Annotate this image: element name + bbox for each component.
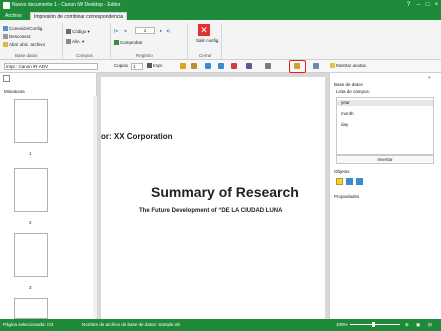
exit-settings-label[interactable]: Salir config. bbox=[196, 38, 220, 43]
fit-page-icon[interactable]: ▣ bbox=[416, 322, 420, 328]
folder-icon bbox=[3, 42, 8, 48]
code-dropdown[interactable]: Código ▾ bbox=[66, 29, 90, 35]
objects-title: Objetos bbox=[334, 169, 350, 174]
field-item-month[interactable]: month bbox=[341, 111, 354, 117]
thumbnail-label: 2 bbox=[29, 220, 32, 225]
close-pane-icon[interactable]: × bbox=[428, 75, 431, 81]
group-separator bbox=[62, 23, 63, 59]
thumbnail-pane: Miniaturas 1 2 3 bbox=[0, 73, 97, 319]
cut-icon[interactable] bbox=[265, 63, 271, 69]
printer-icon bbox=[147, 63, 152, 69]
mail-icon[interactable] bbox=[180, 63, 186, 69]
thumbnail-page-3[interactable] bbox=[14, 233, 48, 277]
close-icon[interactable]: × bbox=[432, 1, 441, 10]
refresh-icon[interactable] bbox=[231, 63, 237, 69]
fields-label: Lista de campos: bbox=[336, 89, 371, 94]
field-item-year[interactable]: year bbox=[337, 100, 433, 106]
ribbon: Conexión/Config. Desconect. Abrir ubic. … bbox=[0, 20, 441, 60]
prev-record-icon[interactable]: ◂ bbox=[124, 28, 126, 34]
group-separator bbox=[221, 23, 222, 59]
ribbon-tabs: Archivo Impresión de combinar correspond… bbox=[0, 11, 441, 20]
minimize-icon[interactable]: – bbox=[414, 1, 423, 10]
record-number-input[interactable]: 1 bbox=[135, 27, 155, 34]
tab-archivo[interactable]: Archivo bbox=[2, 12, 25, 20]
org-line: or: XX Corporation bbox=[101, 132, 173, 141]
settings-icon[interactable] bbox=[246, 63, 252, 69]
first-record-icon[interactable]: |◂ bbox=[114, 28, 117, 34]
status-bar: Página seleccionada: /33 Nombre de archi… bbox=[0, 319, 441, 331]
check-icon bbox=[114, 40, 119, 46]
zoom-slider-handle[interactable] bbox=[372, 322, 375, 327]
print-button[interactable]: Impr. bbox=[147, 63, 163, 69]
thumbnail-page-2[interactable] bbox=[14, 168, 48, 212]
title-bar: Nuevo documento 1 - Canon iW Desktop - E… bbox=[0, 0, 441, 11]
annotation-icon bbox=[294, 63, 300, 69]
window-title: Nuevo documento 1 - Canon iW Desktop - E… bbox=[12, 2, 121, 8]
disconnect-button[interactable]: Desconect. bbox=[3, 34, 32, 40]
fields-list: year month day bbox=[336, 97, 434, 155]
align-dropdown[interactable]: Alin. ▾ bbox=[66, 39, 84, 45]
properties-title: Propiedades bbox=[334, 194, 360, 199]
barcode-object-icon[interactable] bbox=[356, 178, 363, 185]
disconnect-icon bbox=[3, 34, 8, 40]
image-object-icon[interactable] bbox=[346, 178, 353, 185]
thumbnails-title: Miniaturas bbox=[4, 89, 25, 94]
group-separator bbox=[110, 23, 111, 59]
document-page[interactable]: or: XX Corporation Summary of Research T… bbox=[101, 77, 325, 319]
status-db-file: Nombre de archivo de base de datos: Samp… bbox=[82, 322, 181, 327]
tab-mail-merge[interactable]: Impresión de combinar correspondencia bbox=[30, 12, 128, 20]
maximize-icon[interactable]: □ bbox=[423, 1, 432, 10]
doc-subheading: The Future Development of “DE LA CIUDAD … bbox=[139, 208, 283, 214]
show-annotations-button[interactable]: Mostrar anotac. bbox=[330, 63, 367, 69]
pane-toggle-icon[interactable] bbox=[3, 75, 10, 82]
last-record-icon[interactable]: ▸| bbox=[167, 28, 170, 34]
stamp-icon[interactable] bbox=[313, 63, 319, 69]
help-icon[interactable]: ? bbox=[404, 1, 413, 10]
properties-pane: × Base de datos Lista de campos: year mo… bbox=[329, 73, 441, 319]
connect-icon bbox=[3, 26, 8, 32]
insert-button[interactable]: Insertar bbox=[336, 155, 434, 164]
check-button[interactable]: Comprobar bbox=[114, 40, 143, 46]
fit-width-icon[interactable]: ⊟ bbox=[428, 322, 432, 328]
copies-input[interactable]: 1 bbox=[131, 63, 143, 70]
next-record-icon[interactable]: ▸ bbox=[160, 28, 162, 34]
pencil-icon[interactable] bbox=[191, 63, 197, 69]
toolbar: Impr.: Canon iR-ADV Copias 1 Impr. Mostr… bbox=[0, 60, 441, 73]
thumbnail-label: 1 bbox=[29, 151, 32, 156]
group-label-record: Registro bbox=[136, 53, 153, 58]
group-separator bbox=[187, 23, 188, 59]
open-file-location-button[interactable]: Abrir ubic. archivo bbox=[3, 42, 45, 48]
redo-icon[interactable] bbox=[218, 63, 224, 69]
connect-config-button[interactable]: Conexión/Config. bbox=[3, 26, 44, 32]
printer-select[interactable]: Impr.: Canon iR-ADV bbox=[4, 63, 98, 70]
note-icon bbox=[330, 63, 335, 69]
zoom-slider[interactable] bbox=[350, 324, 400, 325]
thumbnail-page-4[interactable] bbox=[14, 298, 48, 319]
text-object-icon[interactable] bbox=[336, 178, 343, 185]
thumbnail-label: 3 bbox=[29, 285, 32, 290]
undo-icon[interactable] bbox=[205, 63, 211, 69]
thumbnail-page-1[interactable] bbox=[14, 99, 48, 143]
doc-heading: Summary of Research bbox=[151, 184, 299, 200]
barcode-icon bbox=[66, 29, 71, 35]
zoom-level: 100% bbox=[336, 322, 348, 327]
copies-label: Copias bbox=[114, 63, 129, 68]
group-label-fields: Campos bbox=[76, 53, 93, 58]
document-canvas: or: XX Corporation Summary of Research T… bbox=[97, 73, 329, 319]
exit-settings-icon[interactable]: ✕ bbox=[198, 24, 210, 36]
field-item-day[interactable]: day bbox=[341, 122, 348, 128]
app-icon bbox=[3, 2, 10, 9]
group-label-close: Cerrar bbox=[199, 53, 212, 58]
align-icon bbox=[66, 39, 71, 45]
database-title: Base de datos bbox=[334, 82, 363, 87]
zoom-in-icon[interactable]: ⊕ bbox=[405, 322, 409, 328]
group-label-database: Base datos bbox=[15, 53, 38, 58]
status-page-selected: Página seleccionada: /33 bbox=[3, 322, 54, 327]
